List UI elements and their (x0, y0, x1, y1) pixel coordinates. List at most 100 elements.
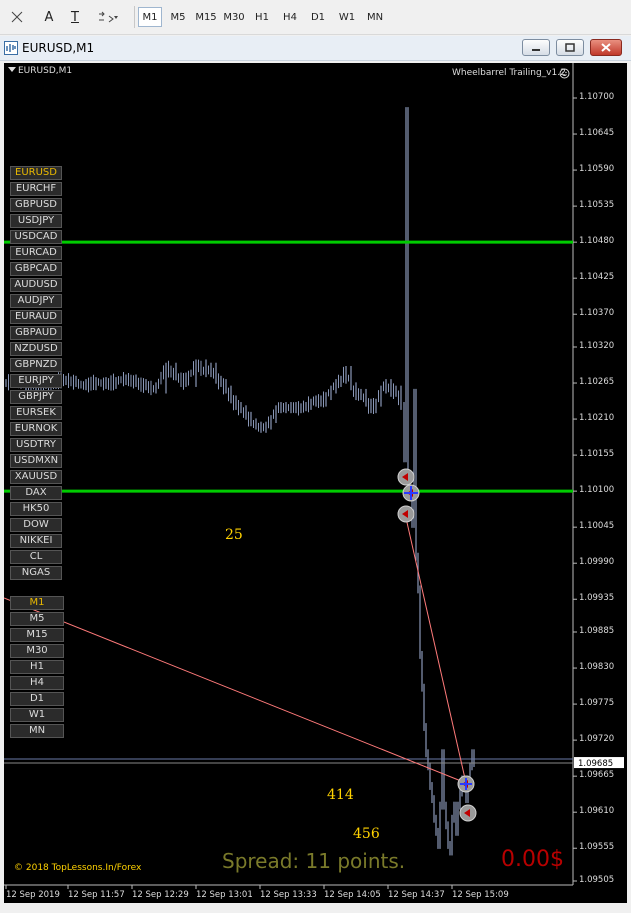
timeframe-button-h4[interactable]: H4 (10, 676, 64, 690)
price-tick-label: 1.09555 (579, 842, 615, 853)
level-count-414: 414 (327, 787, 354, 803)
current-price-label: 1.09685 (578, 759, 613, 769)
price-tick-label: 1.10535 (579, 200, 615, 211)
symbol-button-cl[interactable]: CL (10, 550, 62, 564)
minimize-button[interactable] (522, 39, 550, 56)
price-tick-label: 1.10590 (579, 164, 615, 175)
toolbar: A T M1 M5 M15 M30 H1 H4 D1 W1 MN (0, 0, 631, 35)
symbol-button-gbpcad[interactable]: GBPCAD (10, 262, 62, 276)
time-tick-label: 12 Sep 14:05 (324, 890, 381, 900)
symbol-button-usdtry[interactable]: USDTRY (10, 438, 62, 452)
price-tick-label: 1.10320 (579, 340, 615, 351)
level-count-456: 456 (353, 826, 380, 842)
close-button[interactable] (590, 39, 622, 56)
price-tick-label: 1.10370 (579, 308, 615, 319)
price-tick-label: 1.09775 (579, 698, 615, 709)
symbol-button-euraud[interactable]: EURAUD (10, 310, 62, 324)
symbol-button-usdcad[interactable]: USDCAD (10, 230, 62, 244)
toolbar-tf-w1[interactable]: W1 (334, 7, 360, 27)
timeframe-button-w1[interactable]: W1 (10, 708, 64, 722)
price-tick-label: 1.09990 (579, 557, 615, 568)
text-tool-button[interactable]: A (38, 6, 60, 28)
toolbar-tf-h1[interactable]: H1 (250, 7, 274, 27)
restore-button[interactable] (556, 39, 584, 56)
symbol-button-eurjpy[interactable]: EURJPY (10, 374, 62, 388)
toolbar-tf-mn[interactable]: MN (362, 7, 388, 27)
symbol-button-audusd[interactable]: AUDUSD (10, 278, 62, 292)
price-tick-label: 1.10210 (579, 413, 615, 424)
chart-window-icon (4, 41, 18, 55)
price-tick-label: 1.10480 (579, 236, 615, 247)
toolbar-tf-m1[interactable]: M1 (138, 7, 162, 27)
smiley-icon (559, 68, 570, 79)
chart-canvas[interactable]: 1.09685 (4, 63, 627, 903)
symbol-button-dow[interactable]: DOW (10, 518, 62, 532)
symbol-button-eursek[interactable]: EURSEK (10, 406, 62, 420)
time-tick-label: 12 Sep 13:33 (260, 890, 317, 900)
price-tick-label: 1.10100 (579, 485, 615, 496)
symbol-button-nzdusd[interactable]: NZDUSD (10, 342, 62, 356)
toolbar-tf-d1[interactable]: D1 (306, 7, 330, 27)
time-tick-label: 12 Sep 13:01 (196, 890, 253, 900)
time-tick-label: 12 Sep 11:57 (68, 890, 125, 900)
timeframe-button-m30[interactable]: M30 (10, 644, 64, 658)
timeframe-button-m15[interactable]: M15 (10, 628, 64, 642)
level-count-25: 25 (225, 527, 243, 543)
arrows-tool-icon[interactable] (94, 6, 122, 28)
text-label-tool-button[interactable]: T (64, 6, 86, 28)
price-tick-label: 1.09935 (579, 593, 615, 604)
window-title: EURUSD,M1 (22, 41, 95, 55)
symbol-button-eurusd[interactable]: EURUSD (10, 166, 62, 180)
timeframe-button-mn[interactable]: MN (10, 724, 64, 738)
price-tick-label: 1.09885 (579, 626, 615, 636)
symbol-button-eurchf[interactable]: EURCHF (10, 182, 62, 196)
timeframe-button-m5[interactable]: M5 (10, 612, 64, 626)
profit-text: 0.00$ (501, 847, 564, 872)
toolbar-tf-m5[interactable]: M5 (166, 7, 190, 27)
price-tick-label: 1.09665 (579, 770, 615, 781)
symbol-button-ngas[interactable]: NGAS (10, 566, 62, 580)
price-tick-label: 1.10645 (579, 128, 615, 139)
toolbar-tf-m15[interactable]: M15 (192, 7, 220, 27)
price-tick-label: 1.09610 (579, 806, 615, 817)
symbol-button-xauusd[interactable]: XAUUSD (10, 470, 62, 484)
price-tick-label: 1.10045 (579, 521, 615, 532)
copyright-text: © 2018 TopLessons.In/Forex (14, 863, 142, 873)
price-tick-label: 1.10425 (579, 272, 615, 283)
price-tick-label: 1.09505 (579, 875, 615, 885)
time-tick-label: 12 Sep 15:09 (452, 890, 509, 900)
symbol-button-eurcad[interactable]: EURCAD (10, 246, 62, 260)
price-tick-label: 1.10700 (579, 92, 615, 102)
symbol-button-gbpjpy[interactable]: GBPJPY (10, 390, 62, 404)
symbol-button-gbpusd[interactable]: GBPUSD (10, 198, 62, 212)
time-tick-label: 12 Sep 14:37 (388, 890, 445, 900)
chart-menu-triangle-icon[interactable] (8, 67, 16, 72)
timeframe-button-d1[interactable]: D1 (10, 692, 64, 706)
time-tick-label: 12 Sep 12:29 (132, 890, 189, 900)
symbol-button-audjpy[interactable]: AUDJPY (10, 294, 62, 308)
toolbar-tf-m30[interactable]: M30 (220, 7, 248, 27)
crosshair-icon[interactable] (4, 6, 30, 28)
time-tick-label: 12 Sep 2019 (6, 890, 60, 900)
symbol-button-hk50[interactable]: HK50 (10, 502, 62, 516)
symbol-button-usdmxn[interactable]: USDMXN (10, 454, 62, 468)
chart-header: EURUSD,M1 (18, 66, 73, 76)
trend-line (405, 517, 467, 784)
price-chart[interactable]: 1.09685 EURUSD,M1 Wheelbarrel Trailing_v… (4, 63, 627, 903)
price-tick-label: 1.10265 (579, 377, 615, 388)
symbol-button-gbpaud[interactable]: GBPAUD (10, 326, 62, 340)
price-tick-label: 1.09830 (579, 662, 615, 673)
toolbar-tf-h4[interactable]: H4 (278, 7, 302, 27)
symbol-button-gbpnzd[interactable]: GBPNZD (10, 358, 62, 372)
price-tick-label: 1.10155 (579, 449, 615, 460)
symbol-button-nikkei[interactable]: NIKKEI (10, 534, 62, 548)
symbol-button-usdjpy[interactable]: USDJPY (10, 214, 62, 228)
price-tick-label: 1.09720 (579, 734, 615, 745)
symbol-button-dax[interactable]: DAX (10, 486, 62, 500)
timeframe-button-h1[interactable]: H1 (10, 660, 64, 674)
chart-window-titlebar: EURUSD,M1 (0, 36, 631, 61)
timeframe-button-m1[interactable]: M1 (10, 596, 64, 610)
indicator-name: Wheelbarrel Trailing_v1.2 (452, 68, 566, 78)
close-icon (601, 43, 611, 52)
symbol-button-eurnok[interactable]: EURNOK (10, 422, 62, 436)
